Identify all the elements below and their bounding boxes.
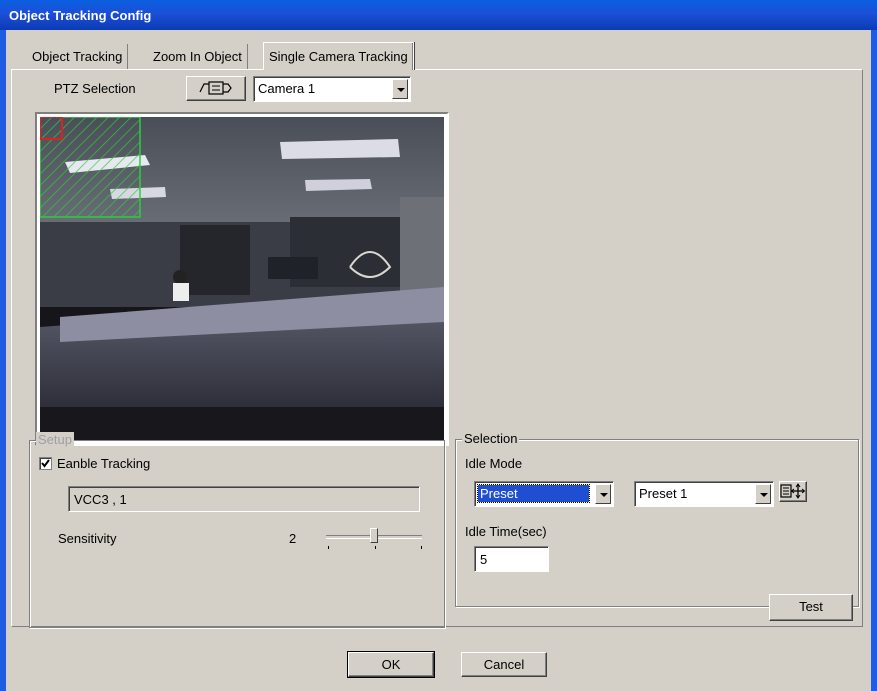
checkmark-icon	[41, 459, 50, 468]
tab-single-camera-tracking[interactable]: Single Camera Tracking	[263, 42, 414, 70]
slider-tick	[328, 546, 329, 549]
tab-label: Single Camera Tracking	[269, 49, 408, 64]
chevron-down-icon[interactable]	[755, 484, 771, 504]
enable-tracking-checkbox[interactable]	[39, 457, 52, 470]
preset-select-value: Preset 1	[639, 486, 688, 501]
slider-tick	[421, 546, 422, 549]
camera-preview[interactable]	[35, 112, 449, 446]
slider-thumb[interactable]	[370, 528, 378, 543]
idle-time-value: 5	[480, 552, 488, 567]
ptz-move-icon	[780, 483, 806, 499]
idle-mode-label: Idle Mode	[465, 456, 523, 471]
camera-frame-illustration	[40, 117, 444, 441]
title-bar[interactable]: Object Tracking Config	[0, 0, 877, 30]
window-border-right	[871, 30, 877, 691]
cancel-button[interactable]: Cancel	[461, 652, 547, 677]
setup-group-title: Setup	[36, 432, 74, 447]
chevron-down-icon[interactable]	[595, 484, 611, 504]
ptz-selection-label: PTZ Selection	[54, 81, 136, 96]
tab-label: Object Tracking	[32, 49, 123, 64]
camera-select[interactable]: Camera 1	[253, 76, 411, 102]
idle-time-label: Idle Time(sec)	[465, 524, 547, 539]
dialog-client: Object Tracking Zoom In Object Single Ca…	[6, 30, 871, 691]
ptz-camera-icon	[199, 81, 232, 95]
test-button[interactable]: Test	[769, 594, 853, 621]
test-button-label: Test	[799, 599, 823, 614]
tab-object-tracking[interactable]: Object Tracking	[27, 44, 129, 69]
enable-tracking-label[interactable]: Eanble Tracking	[57, 456, 150, 471]
tracking-device-field: VCC3 , 1	[68, 486, 420, 512]
idle-time-input[interactable]: 5	[474, 546, 549, 572]
sensitivity-label: Sensitivity	[58, 531, 117, 546]
sensitivity-slider[interactable]	[324, 526, 428, 550]
ok-button-label: OK	[381, 657, 401, 672]
sensitivity-value: 2	[289, 531, 297, 546]
idle-mode-value: Preset	[477, 484, 590, 503]
ok-button[interactable]: OK	[347, 651, 435, 678]
tracking-device-value: VCC3 , 1	[74, 492, 127, 507]
slider-tick	[375, 546, 376, 549]
dialog-window: Object Tracking Config Object Tracking Z…	[0, 0, 877, 691]
preset-select[interactable]: Preset 1	[634, 481, 774, 507]
tab-zoom-in-object[interactable]: Zoom In Object	[148, 44, 248, 69]
cancel-button-label: Cancel	[483, 657, 525, 672]
camera-feed	[40, 117, 444, 441]
window-title: Object Tracking Config	[9, 8, 152, 23]
selection-group-title: Selection	[462, 431, 520, 446]
tab-label: Zoom In Object	[153, 49, 242, 64]
preset-ptz-button[interactable]	[779, 481, 807, 502]
chevron-down-icon[interactable]	[392, 79, 408, 99]
camera-select-value: Camera 1	[258, 81, 316, 96]
idle-mode-select[interactable]: Preset	[474, 481, 614, 507]
ptz-control-button[interactable]	[186, 76, 246, 101]
